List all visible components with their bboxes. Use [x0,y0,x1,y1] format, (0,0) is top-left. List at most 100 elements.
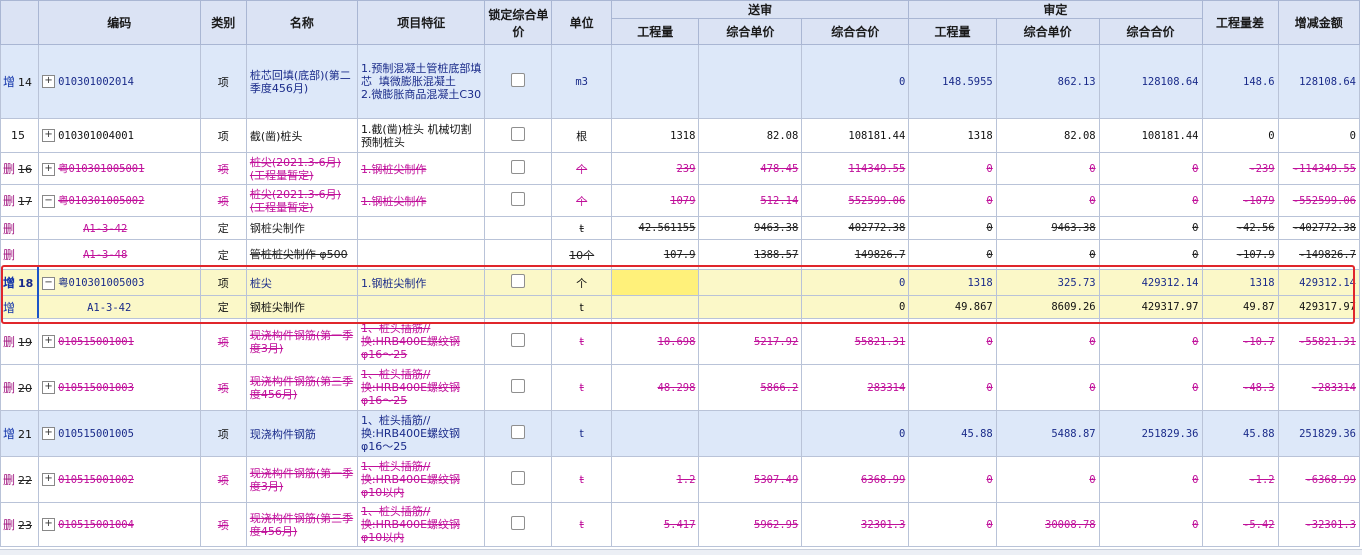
col-header-submitted-qty[interactable]: 工程量 [610,18,700,45]
item-name[interactable]: 钢桩尖制作 [245,295,358,319]
reviewed-unit-price[interactable]: 82.08 [995,118,1100,153]
item-name[interactable]: 现浇构件钢筋(第一季度3月) [245,318,358,365]
submitted-unit-price[interactable] [698,295,803,319]
lock-price-checkbox[interactable] [511,192,526,206]
item-code[interactable]: 粤010301005001 [58,163,144,175]
reviewed-unit-price[interactable]: 0 [995,152,1100,185]
item-name[interactable]: 现浇构件钢筋(第三季度456月) [245,502,358,547]
expand-icon[interactable]: + [42,381,56,395]
table-row-selected[interactable]: 增 18 − 粤010301005003 项 桩尖 1.钢桩尖制作 个 0 1318… [0,269,1361,296]
submitted-qty[interactable]: 239 [610,152,700,185]
reviewed-qty[interactable]: 0 [908,364,997,411]
collapse-icon[interactable]: − [42,276,56,290]
submitted-unit-price[interactable] [698,410,803,457]
col-header-reviewed-unit-price[interactable]: 综合单价 [995,18,1100,45]
col-header-lock[interactable]: 锁定综合单价 [484,0,553,45]
col-header-qty-diff[interactable]: 工程量差 [1201,0,1279,45]
lock-price-checkbox[interactable] [511,333,526,347]
item-code[interactable]: 010515001002 [58,474,134,486]
item-feature[interactable] [356,216,486,240]
submitted-qty[interactable]: 42.561155 [610,216,700,240]
submitted-qty[interactable] [610,410,700,457]
col-header-type[interactable]: 类别 [199,0,247,45]
reviewed-qty[interactable]: 0 [908,239,997,270]
reviewed-unit-price[interactable]: 0 [995,364,1100,411]
lock-price-checkbox[interactable] [511,127,526,141]
table-row[interactable]: 增 21 +010515001005 项 现浇构件钢筋 1、桩头插筋//换:HRB… [0,410,1361,457]
expand-icon[interactable]: + [42,473,56,487]
item-code[interactable]: 010515001003 [58,382,134,394]
col-header-amount-diff[interactable]: 增减金额 [1277,0,1361,45]
col-header-name[interactable]: 名称 [245,0,358,45]
col-header-reviewed-qty[interactable]: 工程量 [908,18,997,45]
expand-icon[interactable]: + [42,335,56,349]
submitted-unit-price[interactable] [698,44,803,119]
submitted-unit-price[interactable]: 9463.38 [698,216,803,240]
expand-icon[interactable]: + [42,129,56,143]
reviewed-unit-price[interactable]: 0 [995,318,1100,365]
reviewed-qty[interactable]: 1318 [908,118,997,153]
item-code[interactable]: A1-3-42 [87,302,131,314]
submitted-unit-price[interactable]: 5217.92 [698,318,803,365]
reviewed-unit-price[interactable]: 0 [995,456,1100,503]
item-feature[interactable]: 1、桩头插筋//换:HRB400E螺纹钢 φ16～25 [356,318,486,365]
submitted-unit-price[interactable]: 5307.49 [698,456,803,503]
col-header-submitted-total[interactable]: 综合合价 [801,18,910,45]
submitted-qty[interactable]: 1318 [610,118,700,153]
reviewed-qty[interactable]: 1318 [908,269,997,296]
reviewed-unit-price[interactable]: 325.73 [995,269,1100,296]
reviewed-unit-price[interactable]: 9463.38 [995,216,1100,240]
item-code[interactable]: 010515001005 [58,428,134,440]
reviewed-qty[interactable]: 0 [908,152,997,185]
item-feature[interactable]: 1.钢桩尖制作 [356,152,486,185]
submitted-unit-price[interactable]: 82.08 [698,118,803,153]
submitted-unit-price[interactable]: 5962.95 [698,502,803,547]
submitted-qty[interactable]: 1079 [610,184,700,217]
col-header-submitted-unit-price[interactable]: 综合单价 [698,18,803,45]
item-code[interactable]: 010515001004 [58,519,134,531]
item-feature[interactable]: 1.截(凿)桩头 机械切割预制桩头 [356,118,486,153]
reviewed-unit-price[interactable]: 8609.26 [995,295,1100,319]
item-name[interactable]: 钢桩尖制作 [245,216,358,240]
item-feature[interactable]: 1、桩头插筋//换:HRB400E螺纹钢 φ16～25 [356,410,486,457]
expand-icon[interactable]: + [42,75,56,89]
reviewed-qty[interactable]: 0 [908,318,997,365]
submitted-qty[interactable] [610,295,700,319]
reviewed-unit-price[interactable]: 862.13 [995,44,1100,119]
item-feature[interactable] [356,239,486,270]
item-feature[interactable]: 1、桩头插筋//换:HRB400E螺纹钢 φ16～25 [356,364,486,411]
item-code[interactable]: 粤010301005003 [58,277,144,289]
lock-price-checkbox[interactable] [511,274,526,288]
collapse-icon[interactable]: − [42,194,56,208]
item-name[interactable]: 桩尖(2021.3-6月)(工程量暂定) [245,152,358,185]
table-row[interactable]: 删 23 +010515001004 项 现浇构件钢筋(第三季度456月) 1、桩… [0,502,1361,547]
expand-icon[interactable]: + [42,162,56,176]
reviewed-qty[interactable]: 0 [908,456,997,503]
submitted-unit-price[interactable]: 478.45 [698,152,803,185]
table-row[interactable]: 删 20 +010515001003 项 现浇构件钢筋(第三季度456月) 1、桩… [0,364,1361,411]
lock-price-checkbox[interactable] [511,471,526,485]
submitted-qty-active-cell[interactable] [610,269,700,296]
expand-icon[interactable]: + [42,518,56,532]
expand-icon[interactable]: + [42,427,56,441]
table-row[interactable]: 增 14 +010301002014 项 桩芯回填(底部)(第二季度456月) 1… [0,44,1361,119]
item-feature[interactable] [356,295,486,319]
submitted-unit-price[interactable] [698,269,803,296]
reviewed-qty[interactable]: 0 [908,184,997,217]
reviewed-qty[interactable]: 49.867 [908,295,997,319]
reviewed-qty[interactable]: 45.88 [908,410,997,457]
col-header-code[interactable]: 编码 [38,0,201,45]
submitted-qty[interactable]: 10.698 [610,318,700,365]
lock-price-checkbox[interactable] [511,425,526,439]
col-header-unit[interactable]: 单位 [551,0,612,45]
item-feature[interactable]: 1.钢桩尖制作 [356,269,486,296]
lock-price-checkbox[interactable] [511,73,526,87]
item-code[interactable]: 010301004001 [58,130,134,142]
reviewed-unit-price[interactable]: 0 [995,239,1100,270]
item-name[interactable]: 现浇构件钢筋(第一季度3月) [245,456,358,503]
item-name[interactable]: 现浇构件钢筋 [245,410,358,457]
reviewed-unit-price[interactable]: 30008.78 [995,502,1100,547]
col-header-feature[interactable]: 项目特征 [356,0,486,45]
submitted-qty[interactable]: 5.417 [610,502,700,547]
horizontal-scrollbar[interactable] [0,549,1362,555]
